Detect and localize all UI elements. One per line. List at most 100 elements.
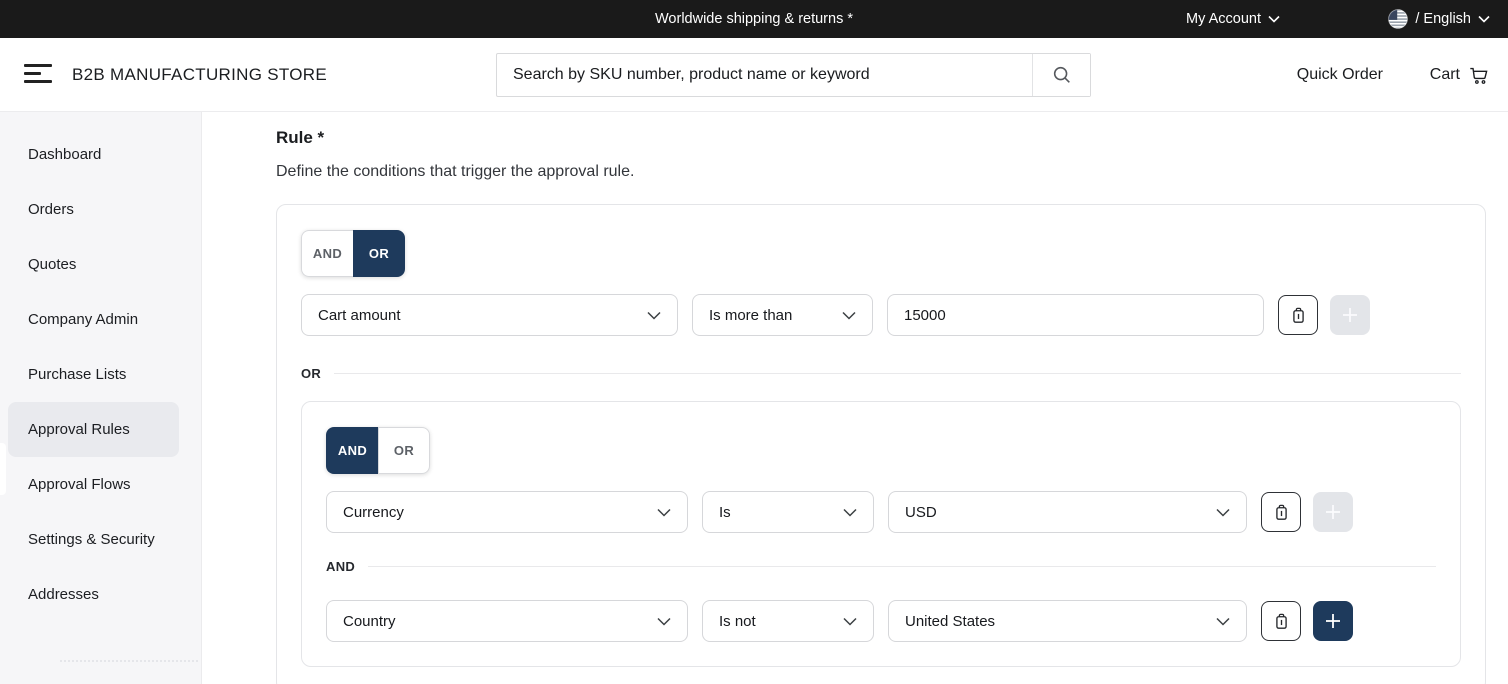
sidebar-item-approval-flows[interactable]: Approval Flows [0,457,201,512]
or-divider: OR [301,366,1461,381]
condition-row-country: Country Is not United States [326,600,1436,642]
condition-row-currency: Currency Is USD [326,491,1436,533]
sidebar-item-label: Company Admin [28,311,138,328]
rule-group-outer: AND OR Cart amount Is more than [276,204,1486,684]
page-title: Rule * [276,128,1486,148]
my-account-label: My Account [1186,11,1261,27]
sidebar-divider-dots [60,660,198,662]
site-header: B2B MANUFACTURING STORE Quick Order Cart [0,38,1508,112]
add-condition-button[interactable] [1313,601,1353,641]
inner-and-or-toggle: AND OR [326,427,430,474]
add-condition-button[interactable] [1330,295,1370,335]
select-value: Currency [343,504,404,521]
delete-condition-button[interactable] [1261,492,1301,532]
quick-order-link[interactable]: Quick Order [1297,38,1383,112]
app-window: Worldwide shipping & returns * My Accoun… [0,0,1508,684]
magnifier-icon [1051,64,1073,86]
my-account-menu[interactable]: My Account [1186,0,1280,38]
sidebar-item-label: Quotes [28,256,76,273]
select-value: USD [905,504,937,521]
condition-comparator-select[interactable]: Is more than [692,294,873,336]
condition-comparator-select[interactable]: Is [702,491,874,533]
page-subtitle: Define the conditions that trigger the a… [276,163,1486,181]
select-value: Country [343,613,396,630]
sidebar-scroll-indicator[interactable] [0,443,6,495]
condition-value-input[interactable] [887,294,1264,336]
divider-line [368,566,1436,567]
language-selector[interactable]: / English [1388,0,1490,38]
chevron-down-icon [1216,617,1230,626]
inner-toggle-or-button[interactable]: OR [378,427,430,474]
add-condition-button[interactable] [1313,492,1353,532]
delete-condition-button[interactable] [1261,601,1301,641]
divider-line [334,373,1461,374]
chevron-down-icon [842,311,856,320]
condition-field-select[interactable]: Cart amount [301,294,678,336]
chevron-down-icon [657,508,671,517]
condition-value-select[interactable]: USD [888,491,1247,533]
delete-condition-button[interactable] [1278,295,1318,335]
select-value: Is not [719,613,756,630]
announcement-text: Worldwide shipping & returns * [655,11,853,27]
chevron-down-icon [657,617,671,626]
select-value: Is more than [709,307,792,324]
condition-value-select[interactable]: United States [888,600,1247,642]
select-value: Is [719,504,731,521]
trash-icon [1272,612,1291,631]
plus-icon [1323,611,1343,631]
condition-field-select[interactable]: Currency [326,491,688,533]
sidebar-item-quotes[interactable]: Quotes [0,237,201,292]
outer-toggle-or-button[interactable]: OR [353,230,405,277]
sidebar-item-label: Approval Flows [28,476,131,493]
sidebar-item-purchase-lists[interactable]: Purchase Lists [0,347,201,402]
rule-group-inner: AND OR Currency Is [301,401,1461,667]
sidebar-item-dashboard[interactable]: Dashboard [0,127,201,182]
sidebar-item-settings-security[interactable]: Settings & Security [0,512,201,567]
and-divider-label: AND [326,559,355,574]
us-flag-icon [1388,9,1408,29]
chevron-down-icon [843,617,857,626]
sidebar-item-label: Dashboard [28,146,101,163]
cart-label: Cart [1430,66,1460,84]
plus-icon [1340,305,1360,325]
store-logo-text[interactable]: B2B MANUFACTURING STORE [72,38,327,112]
chevron-down-icon [1268,15,1280,23]
sidebar-item-label: Addresses [28,586,99,603]
condition-row-cart-amount: Cart amount Is more than [301,294,1461,336]
chevron-down-icon [647,311,661,320]
and-divider: AND [326,559,1436,574]
sidebar-item-approval-rules[interactable]: Approval Rules [8,402,179,457]
search-input[interactable] [497,54,1032,96]
sidebar-item-label: Purchase Lists [28,366,126,383]
trash-icon [1289,306,1308,325]
plus-icon [1323,502,1343,522]
cart-link[interactable]: Cart [1430,38,1490,112]
chevron-down-icon [843,508,857,517]
or-divider-label: OR [301,366,321,381]
select-value: United States [905,613,995,630]
search-button[interactable] [1032,54,1090,96]
shopping-cart-icon [1468,64,1490,86]
hamburger-menu-icon[interactable] [24,64,52,86]
language-label: / English [1415,11,1471,27]
sidebar-item-label: Approval Rules [28,421,130,438]
search-box [496,53,1091,97]
quick-order-label: Quick Order [1297,66,1383,84]
sidebar-item-orders[interactable]: Orders [0,182,201,237]
trash-icon [1272,503,1291,522]
chevron-down-icon [1216,508,1230,517]
sidebar-item-company-admin[interactable]: Company Admin [0,292,201,347]
sidebar-item-addresses[interactable]: Addresses [0,567,201,622]
sidebar-nav: Dashboard Orders Quotes Company Admin Pu… [0,112,202,684]
chevron-down-icon [1478,15,1490,23]
condition-comparator-select[interactable]: Is not [702,600,874,642]
inner-toggle-and-button[interactable]: AND [326,427,378,474]
outer-and-or-toggle: AND OR [301,230,405,277]
sidebar-item-label: Orders [28,201,74,218]
outer-toggle-and-button[interactable]: AND [301,230,353,277]
condition-field-select[interactable]: Country [326,600,688,642]
main-content: Rule * Define the conditions that trigge… [202,112,1508,684]
announcement-bar: Worldwide shipping & returns * My Accoun… [0,0,1508,38]
select-value: Cart amount [318,307,401,324]
sidebar-item-label: Settings & Security [28,531,155,548]
